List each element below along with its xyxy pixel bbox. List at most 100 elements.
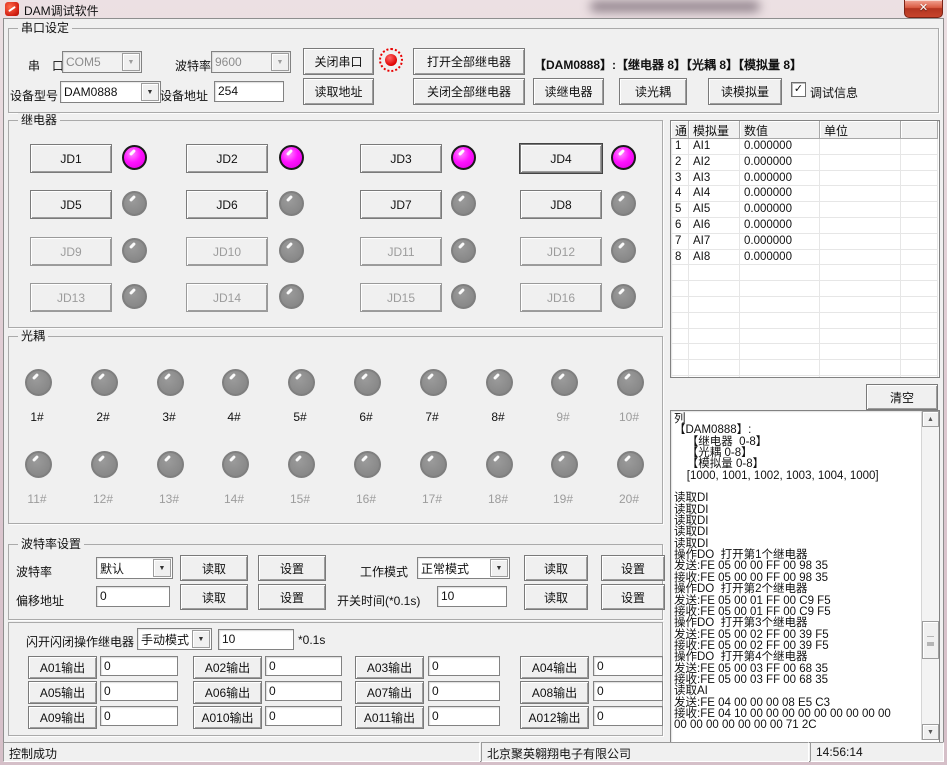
offset-set-button[interactable]: 设置 <box>258 584 326 610</box>
scroll-down-icon[interactable]: ▼ <box>922 724 939 740</box>
baud-set-combo[interactable]: 默认 ▼ <box>96 557 173 579</box>
ao-input-A03[interactable]: 0 <box>428 656 500 676</box>
relay-button-jd4[interactable]: JD4 <box>520 144 602 173</box>
relay-button-jd14[interactable]: JD14 <box>186 283 268 312</box>
ao-input-A05[interactable]: 0 <box>100 681 178 701</box>
relay-button-jd6[interactable]: JD6 <box>186 190 268 219</box>
work-mode-combo[interactable]: 正常模式 ▼ <box>417 557 510 579</box>
work-mode-set-button[interactable]: 设置 <box>601 555 665 581</box>
ao-input-A09[interactable]: 0 <box>100 706 178 726</box>
ao-button-A07[interactable]: A07输出 <box>355 681 424 704</box>
flash-time-input[interactable]: 10 <box>218 629 294 650</box>
relay-button-jd7[interactable]: JD7 <box>360 190 442 219</box>
log-scrollbar[interactable]: ▲ ▼ <box>921 411 939 740</box>
analog-row-ai7[interactable]: 7AI70.000000 <box>671 234 939 250</box>
model-combo[interactable]: DAM0888 ▼ <box>60 81 161 103</box>
close-port-button[interactable]: 关闭串口 <box>303 48 374 75</box>
chevron-down-icon[interactable]: ▼ <box>271 53 289 71</box>
ao-input-A012[interactable]: 0 <box>593 706 663 726</box>
read-analog-button[interactable]: 读模拟量 <box>708 78 782 105</box>
relay-button-jd12[interactable]: JD12 <box>520 237 602 266</box>
ao-input-A08[interactable]: 0 <box>593 681 663 701</box>
ao-input-A01[interactable]: 0 <box>100 656 178 676</box>
ao-button-A05[interactable]: A05输出 <box>28 681 97 704</box>
relay-button-jd9[interactable]: JD9 <box>30 237 112 266</box>
relay-button-jd8[interactable]: JD8 <box>520 190 602 219</box>
analog-row-empty[interactable] <box>671 281 939 297</box>
ao-button-A03[interactable]: A03输出 <box>355 656 424 679</box>
switch-time-set-button[interactable]: 设置 <box>601 584 665 610</box>
relay-button-jd13[interactable]: JD13 <box>30 283 112 312</box>
switch-time-read-button[interactable]: 读取 <box>524 584 588 610</box>
ao-button-A010[interactable]: A010输出 <box>193 706 262 729</box>
analog-row-ai4[interactable]: 4AI40.000000 <box>671 186 939 202</box>
relay-button-jd15[interactable]: JD15 <box>360 283 442 312</box>
offset-read-button[interactable]: 读取 <box>180 584 248 610</box>
relay-button-jd3[interactable]: JD3 <box>360 144 442 173</box>
scroll-up-icon[interactable]: ▲ <box>922 411 939 427</box>
ao-input-A06[interactable]: 0 <box>265 681 342 701</box>
relay-button-jd10[interactable]: JD10 <box>186 237 268 266</box>
chevron-down-icon[interactable]: ▼ <box>490 559 508 577</box>
chevron-down-icon[interactable]: ▼ <box>141 83 159 101</box>
ao-input-A04[interactable]: 0 <box>593 656 663 676</box>
close-button[interactable]: ✕ <box>904 0 943 18</box>
analog-row-empty[interactable] <box>671 344 939 360</box>
analog-col-header[interactable] <box>901 121 938 139</box>
ao-button-A012[interactable]: A012输出 <box>520 706 589 729</box>
read-opto-button[interactable]: 读光耦 <box>619 78 687 105</box>
analog-row-empty[interactable] <box>671 265 939 281</box>
offset-addr-input[interactable]: 0 <box>96 586 170 607</box>
analog-row-empty[interactable] <box>671 360 939 376</box>
baud-set-button[interactable]: 设置 <box>258 555 326 581</box>
device-addr-input[interactable]: 254 <box>214 81 284 102</box>
ao-button-A01[interactable]: A01输出 <box>28 656 97 679</box>
ao-input-A010[interactable]: 0 <box>265 706 342 726</box>
log-panel[interactable]: 列【DAM0888】: 【继电器 0-8】 【光耦 0-8】 【模拟量 0-8】… <box>670 410 940 743</box>
ao-input-A02[interactable]: 0 <box>265 656 342 676</box>
ao-input-A07[interactable]: 0 <box>428 681 500 701</box>
analog-row-ai2[interactable]: 2AI20.000000 <box>671 155 939 171</box>
switch-time-input[interactable]: 10 <box>437 586 507 607</box>
baud-read-button[interactable]: 读取 <box>180 555 248 581</box>
analog-row-ai3[interactable]: 3AI30.000000 <box>671 171 939 187</box>
analog-row-empty[interactable] <box>671 376 939 378</box>
ao-button-A011[interactable]: A011输出 <box>355 706 424 729</box>
open-all-relays-button[interactable]: 打开全部继电器 <box>413 48 525 75</box>
relay-button-jd1[interactable]: JD1 <box>30 144 112 173</box>
relay-button-jd2[interactable]: JD2 <box>186 144 268 173</box>
analog-row-empty[interactable] <box>671 313 939 329</box>
ao-button-A08[interactable]: A08输出 <box>520 681 589 704</box>
flash-mode-combo[interactable]: 手动模式 ▼ <box>137 628 212 650</box>
chevron-down-icon[interactable]: ▼ <box>192 630 210 648</box>
baud-combo[interactable]: 9600 ▼ <box>211 51 291 73</box>
analog-col-header[interactable]: 数值 <box>740 121 820 139</box>
ao-input-A011[interactable]: 0 <box>428 706 500 726</box>
chevron-down-icon[interactable]: ▼ <box>122 53 140 71</box>
ao-button-A09[interactable]: A09输出 <box>28 706 97 729</box>
ao-button-A02[interactable]: A02输出 <box>193 656 262 679</box>
chevron-down-icon[interactable]: ▼ <box>153 559 171 577</box>
analog-row-ai1[interactable]: 1AI10.000000 <box>671 139 939 155</box>
relay-button-jd5[interactable]: JD5 <box>30 190 112 219</box>
analog-col-header[interactable]: 单位 <box>820 121 901 139</box>
analog-row-empty[interactable] <box>671 329 939 345</box>
close-all-relays-button[interactable]: 关闭全部继电器 <box>413 78 525 105</box>
relay-button-jd11[interactable]: JD11 <box>360 237 442 266</box>
work-mode-read-button[interactable]: 读取 <box>524 555 588 581</box>
ao-button-A04[interactable]: A04输出 <box>520 656 589 679</box>
relay-button-jd16[interactable]: JD16 <box>520 283 602 312</box>
analog-col-header[interactable]: 模拟量 <box>689 121 740 139</box>
analog-col-header[interactable]: 通 <box>671 121 689 139</box>
clear-button[interactable]: 清空 <box>866 384 938 410</box>
read-relay-button[interactable]: 读继电器 <box>533 78 604 105</box>
analog-row-ai5[interactable]: 5AI50.000000 <box>671 202 939 218</box>
analog-row-empty[interactable] <box>671 297 939 313</box>
port-combo[interactable]: COM5 ▼ <box>62 51 142 73</box>
scrollbar-thumb[interactable] <box>922 621 939 659</box>
analog-row-ai6[interactable]: 6AI60.000000 <box>671 218 939 234</box>
analog-row-ai8[interactable]: 8AI80.000000 <box>671 250 939 266</box>
debug-info-checkbox[interactable]: ✓ <box>791 82 806 97</box>
ao-button-A06[interactable]: A06输出 <box>193 681 262 704</box>
read-addr-button[interactable]: 读取地址 <box>303 78 374 105</box>
